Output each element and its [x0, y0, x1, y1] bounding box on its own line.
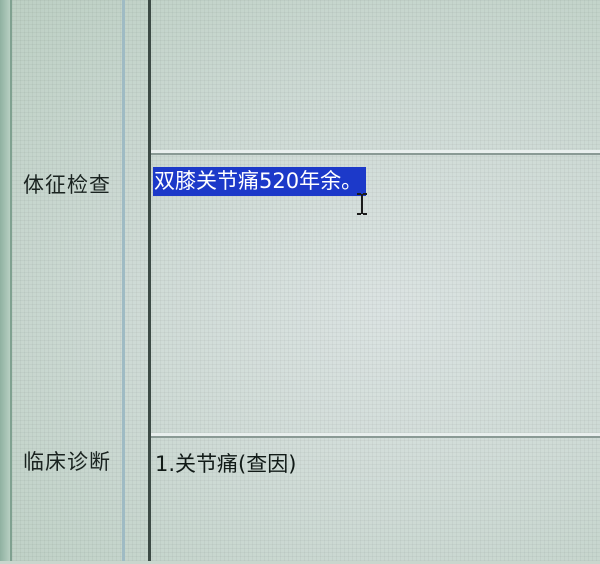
clinical-diagnosis-text[interactable]: 1.关节痛(查因): [155, 450, 296, 479]
physical-exam-selected-text[interactable]: 双膝关节痛520年余。: [153, 167, 367, 196]
previous-field-area[interactable]: [151, 0, 600, 150]
window-left-border: [0, 0, 12, 561]
physical-exam-label: 体征检查: [23, 173, 111, 197]
label-column-divider: [122, 0, 125, 561]
clinical-diagnosis-label: 临床诊断: [23, 450, 111, 474]
i-beam-cursor-icon: [357, 193, 367, 215]
form-window: 体征检查 双膝关节痛520年余。 临床诊断 1.关节痛(查因): [0, 0, 600, 561]
